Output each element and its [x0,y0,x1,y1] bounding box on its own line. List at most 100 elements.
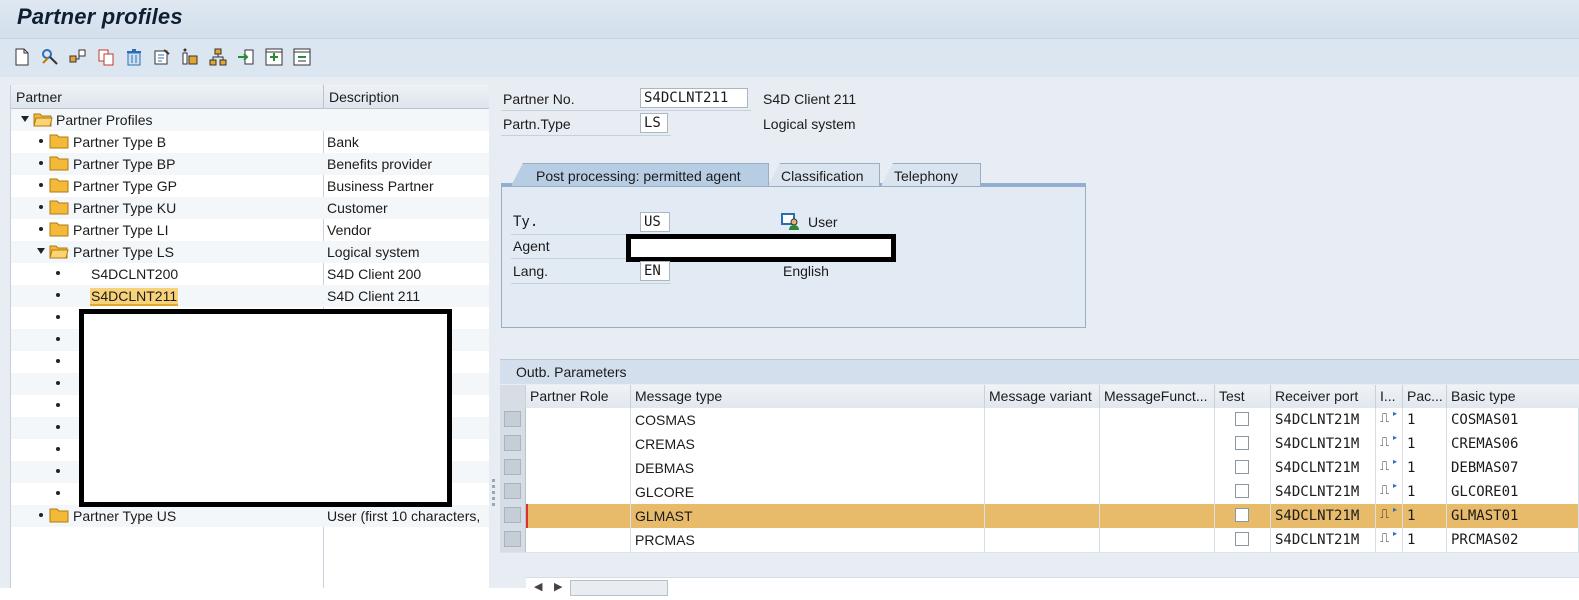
table-row[interactable]: DEBMAS S4DCLNT21M ⎍ ▸ 1 DEBMAS07 [500,456,1579,481]
cell-partner-role[interactable] [526,504,631,528]
cell-message-type[interactable]: PRCMAS [631,528,985,552]
test-checkbox[interactable] [1235,436,1249,450]
tab-post-processing[interactable]: Post processing: permitted agent [511,163,769,186]
import-icon[interactable] [234,44,258,70]
tree-node-root[interactable]: Partner Profiles [11,109,489,131]
dropdown-arrow-icon[interactable]: ▸ [1393,409,1397,418]
col-message-variant[interactable]: Message variant [985,385,1100,408]
col-partner-role[interactable]: Partner Role [526,385,631,408]
cell-partner-role[interactable] [526,528,631,552]
dropdown-arrow-icon[interactable]: ▸ [1393,529,1397,538]
dropdown-arrow-icon[interactable]: ▸ [1393,457,1397,466]
tree-node-partner[interactable]: S4DCLNT200 S4D Client 200 [11,263,489,285]
expand-icon[interactable] [262,44,286,70]
cell-basic-type[interactable]: COSMAS01 [1447,408,1579,432]
tree-node-partner-type[interactable]: Partner Type KU Customer [11,197,489,219]
row-selector[interactable] [500,408,526,432]
scroll-thumb[interactable] [570,580,668,596]
col-i[interactable]: I... [1376,385,1403,408]
delete-icon[interactable] [122,44,146,70]
cell-message-type[interactable]: DEBMAS [631,456,985,480]
table-row[interactable]: CREMAS S4DCLNT21M ⎍ ▸ 1 CREMAS06 [500,432,1579,457]
cell-message-variant[interactable] [985,504,1100,528]
cell-pack[interactable]: 1 [1403,408,1447,432]
test-checkbox[interactable] [1235,460,1249,474]
cell-partner-role[interactable] [526,480,631,504]
partner-no-field[interactable]: S4DCLNT211 [640,88,748,108]
tree-node-partner-type[interactable]: Partner Type LI Vendor [11,219,489,241]
col-message-type[interactable]: Message type [631,385,985,408]
cell-message-type[interactable]: COSMAS [631,408,985,432]
cell-message-function[interactable] [1100,432,1215,456]
test-checkbox[interactable] [1235,484,1249,498]
cell-receiver-port[interactable]: S4DCLNT21M [1271,432,1376,456]
cell-message-variant[interactable] [985,432,1100,456]
cell-basic-type[interactable]: GLCORE01 [1447,480,1579,504]
cell-receiver-port[interactable]: S4DCLNT21M [1271,408,1376,432]
ty-field[interactable]: US [640,212,670,232]
test-checkbox[interactable] [1235,412,1249,426]
horizontal-scrollbar[interactable]: ◀ ▶ [526,577,1579,600]
col-message-function[interactable]: MessageFunct... [1100,385,1215,408]
tree-node-partner-selected[interactable]: S4DCLNT211 S4D Client 211 [11,285,489,307]
row-selector[interactable] [500,504,526,528]
cell-pack[interactable]: 1 [1403,480,1447,504]
col-description[interactable]: Description [329,89,399,105]
row-selector[interactable] [500,432,526,456]
cell-basic-type[interactable]: PRCMAS02 [1447,528,1579,552]
cell-message-function[interactable] [1100,480,1215,504]
tab-classification[interactable]: Classification [768,163,880,186]
cell-partner-role[interactable] [526,408,631,432]
row-selector[interactable] [500,528,526,552]
tree-node-partner-type[interactable]: Partner Type B Bank [11,131,489,153]
scroll-left-icon[interactable]: ◀ [534,580,542,593]
col-receiver-port[interactable]: Receiver port [1271,385,1376,408]
cell-partner-role[interactable] [526,456,631,480]
col-pack[interactable]: Pac... [1403,385,1447,408]
cell-message-function[interactable] [1100,504,1215,528]
table-row[interactable]: PRCMAS S4DCLNT21M ⎍ ▸ 1 PRCMAS02 [500,528,1579,553]
cell-message-variant[interactable] [985,480,1100,504]
collapse-icon[interactable] [290,44,314,70]
cell-basic-type[interactable]: DEBMAS07 [1447,456,1579,480]
tree-node-partner-type[interactable]: Partner Type BP Benefits provider [11,153,489,175]
partn-type-field[interactable]: LS [640,113,668,133]
table-row[interactable]: GLCORE S4DCLNT21M ⎍ ▸ 1 GLCORE01 [500,480,1579,505]
cell-message-type[interactable]: GLCORE [631,480,985,504]
cell-pack[interactable]: 1 [1403,504,1447,528]
dropdown-arrow-icon[interactable]: ▸ [1393,433,1397,442]
cell-message-function[interactable] [1100,408,1215,432]
col-partner[interactable]: Partner [16,89,62,105]
pane-splitter[interactable] [490,77,498,588]
lang-field[interactable]: EN [640,261,670,281]
tab-telephony[interactable]: Telephony [881,163,981,186]
scroll-right-icon[interactable]: ▶ [554,580,562,593]
table-row[interactable]: COSMAS S4DCLNT21M ⎍ ▸ 1 COSMAS01 [500,408,1579,433]
cell-basic-type[interactable]: CREMAS06 [1447,432,1579,456]
cell-message-variant[interactable] [985,408,1100,432]
display-icon[interactable] [66,44,90,70]
cell-receiver-port[interactable]: S4DCLNT21M [1271,528,1376,552]
cell-message-type[interactable]: GLMAST [631,504,985,528]
hierarchy-icon[interactable] [206,44,230,70]
check-icon[interactable] [150,44,174,70]
info-icon[interactable] [178,44,202,70]
row-selector[interactable] [500,480,526,504]
test-checkbox[interactable] [1235,532,1249,546]
cell-receiver-port[interactable]: S4DCLNT21M [1271,456,1376,480]
tree-node-partner-type[interactable]: Partner Type US User (first 10 character… [11,505,489,527]
tree-node-partner-type[interactable]: Partner Type GP Business Partner [11,175,489,197]
cell-pack[interactable]: 1 [1403,528,1447,552]
cell-partner-role[interactable] [526,432,631,456]
cell-message-function[interactable] [1100,528,1215,552]
cell-message-function[interactable] [1100,456,1215,480]
tree-node-partner-type-ls[interactable]: Partner Type LS Logical system [11,241,489,263]
row-selector[interactable] [500,456,526,480]
cell-receiver-port[interactable]: S4DCLNT21M [1271,480,1376,504]
expand-triangle-icon[interactable] [21,116,29,122]
cell-message-variant[interactable] [985,456,1100,480]
create-icon[interactable] [10,44,34,70]
change-icon[interactable] [38,44,62,70]
cell-message-variant[interactable] [985,528,1100,552]
copy-icon[interactable] [94,44,118,70]
